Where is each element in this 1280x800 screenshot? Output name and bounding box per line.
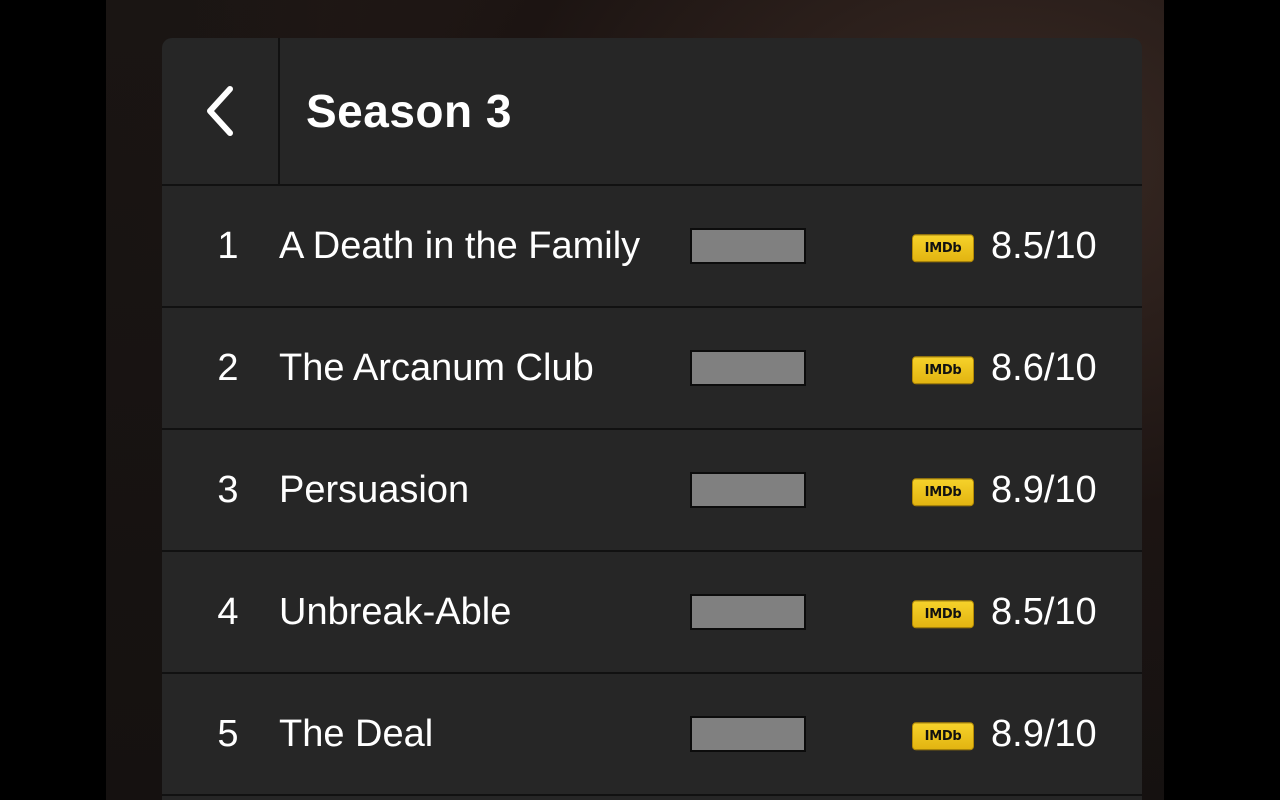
episode-thumbnail-placeholder <box>690 594 806 630</box>
episode-number: 1 <box>217 225 239 267</box>
episode-title: The Deal <box>279 713 434 755</box>
episode-thumbnail-placeholder <box>690 716 806 752</box>
season-episode-panel: Season 3 1 A Death in the Family IMDb 8.… <box>162 38 1142 800</box>
season-title: Season 3 <box>306 85 512 137</box>
episode-title: The Arcanum Club <box>279 347 594 389</box>
imdb-logo-icon: IMDb <box>912 478 974 507</box>
episode-row-4[interactable]: 4 Unbreak-Able IMDb 8.5/10 <box>162 552 1142 674</box>
episode-rating: 8.6/10 <box>991 347 1097 389</box>
episode-number: 2 <box>217 347 239 389</box>
episode-rating: 8.5/10 <box>991 591 1097 633</box>
episode-thumbnail-placeholder <box>690 228 806 264</box>
episode-number: 3 <box>217 469 239 511</box>
imdb-logo-icon: IMDb <box>912 722 974 751</box>
episode-row-2[interactable]: 2 The Arcanum Club IMDb 8.6/10 <box>162 308 1142 430</box>
imdb-logo-icon: IMDb <box>912 234 974 263</box>
episode-rating: 8.9/10 <box>991 469 1097 511</box>
episode-row-3[interactable]: 3 Persuasion IMDb 8.9/10 <box>162 430 1142 552</box>
imdb-logo-icon: IMDb <box>912 600 974 629</box>
episode-row-5[interactable]: 5 The Deal IMDb 8.9/10 <box>162 674 1142 796</box>
episode-title: Persuasion <box>279 469 470 511</box>
episode-title: A Death in the Family <box>279 225 641 267</box>
episode-number: 5 <box>217 713 239 755</box>
episode-rating: 8.5/10 <box>991 225 1097 267</box>
episode-row-1[interactable]: 1 A Death in the Family IMDb 8.5/10 <box>162 186 1142 308</box>
chevron-left-icon <box>207 86 233 136</box>
episode-number: 4 <box>217 591 239 633</box>
episode-thumbnail-placeholder <box>690 350 806 386</box>
back-button[interactable] <box>162 38 280 184</box>
episode-thumbnail-placeholder <box>690 472 806 508</box>
panel-header: Season 3 <box>162 38 1142 186</box>
episode-title: Unbreak-Able <box>279 591 512 633</box>
imdb-logo-icon: IMDb <box>912 356 974 385</box>
episode-rating: 8.9/10 <box>991 713 1097 755</box>
episode-list: 1 A Death in the Family IMDb 8.5/10 2 Th… <box>162 186 1142 796</box>
